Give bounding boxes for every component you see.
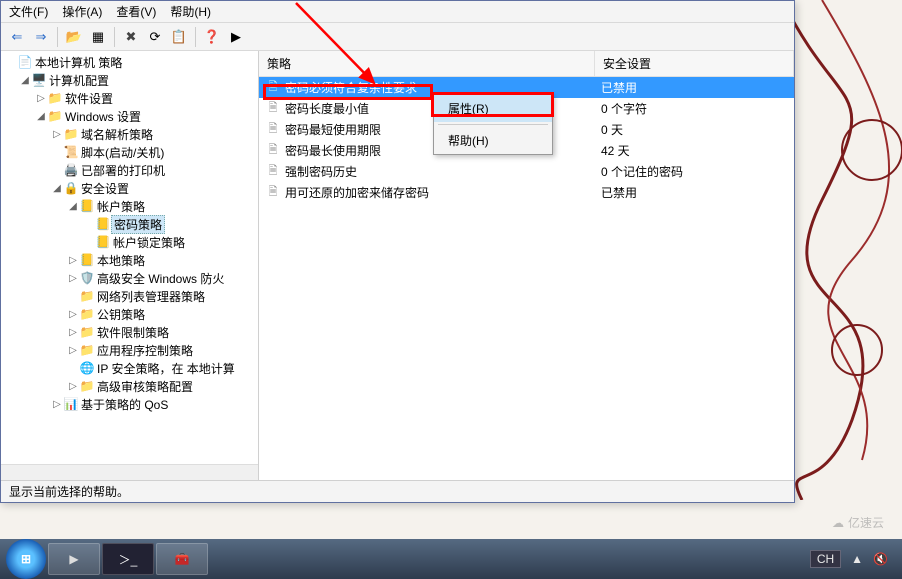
context-menu: 属性(R) 帮助(H) xyxy=(433,94,553,155)
tray-sound-icon[interactable]: 🔇 xyxy=(873,552,888,566)
policy-name: 密码必须符合复杂性要求 xyxy=(285,79,417,96)
delete-button[interactable]: ✖ xyxy=(121,27,141,47)
menu-file[interactable]: 文件(F) xyxy=(9,3,48,20)
refresh-button[interactable]: ⟳ xyxy=(145,27,165,47)
tray-flag-icon[interactable]: ▲ xyxy=(851,552,863,566)
tree-account-policy[interactable]: ◢📒帐户策略 xyxy=(1,197,258,215)
tree-ipsec[interactable]: 🌐IP 安全策略，在 本地计算 xyxy=(1,359,258,377)
menu-view[interactable]: 查看(V) xyxy=(116,3,156,20)
col-setting[interactable]: 安全设置 xyxy=(595,51,794,76)
lang-indicator[interactable]: CH xyxy=(810,550,841,568)
tree-computer-config[interactable]: ◢🖥️计算机配置 xyxy=(1,71,258,89)
watermark-logo: ☁ 亿速云 xyxy=(832,514,884,531)
tree-app-control[interactable]: ▷📁应用程序控制策略 xyxy=(1,341,258,359)
tree-public-key[interactable]: ▷📁公钥策略 xyxy=(1,305,258,323)
policy-name: 密码最短使用期限 xyxy=(285,121,381,138)
tree-windows[interactable]: ◢📁Windows 设置 xyxy=(1,107,258,125)
list-header: 策略 安全设置 xyxy=(259,51,794,77)
start-button[interactable]: ⊞ xyxy=(6,539,46,579)
taskbar[interactable]: ⊞ ▶ ＞_ 🧰 CH ▲ 🔇 xyxy=(0,539,902,579)
context-properties[interactable]: 属性(R) xyxy=(434,95,552,122)
policy-icon: 🗎 xyxy=(265,80,281,96)
tree-printers[interactable]: 🖨️已部署的打印机 xyxy=(1,161,258,179)
policy-icon: 🗎 xyxy=(265,101,281,117)
tree-security[interactable]: ◢🔒安全设置 xyxy=(1,179,258,197)
tree-password-policy[interactable]: 📒密码策略 xyxy=(1,215,258,233)
policy-value: 0 个字符 xyxy=(595,100,794,117)
separator xyxy=(195,27,196,47)
watermark-text: 亿速云 xyxy=(848,514,884,531)
tree-scripts[interactable]: 📜脚本(启动/关机) xyxy=(1,143,258,161)
separator xyxy=(114,27,115,47)
up-button[interactable]: 📂 xyxy=(64,27,84,47)
tree-lockout-policy[interactable]: 📒帐户锁定策略 xyxy=(1,233,258,251)
policy-value: 42 天 xyxy=(595,142,794,159)
tree-dns[interactable]: ▷📁域名解析策略 xyxy=(1,125,258,143)
menu-separator xyxy=(438,124,548,125)
tree-pane[interactable]: 📄本地计算机 策略 ◢🖥️计算机配置 ▷📁软件设置 ◢📁Windows 设置 ▷… xyxy=(1,51,259,480)
menu-help[interactable]: 帮助(H) xyxy=(170,3,211,20)
policy-name: 密码最长使用期限 xyxy=(285,142,381,159)
forward-button[interactable]: ⇒ xyxy=(31,27,51,47)
tree-network-list[interactable]: 📁网络列表管理器策略 xyxy=(1,287,258,305)
cloud-icon: ☁ xyxy=(832,516,844,530)
play-button[interactable]: ▶ xyxy=(226,27,246,47)
taskbar-item[interactable]: ▶ xyxy=(48,543,100,575)
taskbar-item[interactable]: 🧰 xyxy=(156,543,208,575)
policy-value: 已禁用 xyxy=(595,79,794,96)
tree-software-restrict[interactable]: ▷📁软件限制策略 xyxy=(1,323,258,341)
back-button[interactable]: ⇐ xyxy=(7,27,27,47)
statusbar: 显示当前选择的帮助。 xyxy=(1,480,794,502)
policy-icon: 🗎 xyxy=(265,122,281,138)
policy-name: 密码长度最小值 xyxy=(285,100,369,117)
policy-row[interactable]: 🗎用可还原的加密来储存密码 已禁用 xyxy=(259,182,794,203)
policy-value: 已禁用 xyxy=(595,184,794,201)
policy-name: 强制密码历史 xyxy=(285,163,357,180)
tree-root[interactable]: 📄本地计算机 策略 xyxy=(1,53,258,71)
context-help[interactable]: 帮助(H) xyxy=(434,127,552,154)
mmc-window: 文件(F) 操作(A) 查看(V) 帮助(H) ⇐ ⇒ 📂 ▦ ✖ ⟳ 📋 ❓ … xyxy=(0,0,795,503)
system-tray[interactable]: CH ▲ 🔇 xyxy=(810,550,896,568)
policy-icon: 🗎 xyxy=(265,185,281,201)
tree-software[interactable]: ▷📁软件设置 xyxy=(1,89,258,107)
tree-audit[interactable]: ▷📁高级审核策略配置 xyxy=(1,377,258,395)
horizontal-scrollbar[interactable] xyxy=(1,464,258,480)
menu-action[interactable]: 操作(A) xyxy=(62,3,102,20)
tree-firewall[interactable]: ▷🛡️高级安全 Windows 防火 xyxy=(1,269,258,287)
policy-icon: 🗎 xyxy=(265,143,281,159)
col-policy[interactable]: 策略 xyxy=(259,51,595,76)
policy-icon: 🗎 xyxy=(265,164,281,180)
policy-row[interactable]: 🗎强制密码历史 0 个记住的密码 xyxy=(259,161,794,182)
status-text: 显示当前选择的帮助。 xyxy=(9,483,129,500)
taskbar-item[interactable]: ＞_ xyxy=(102,543,154,575)
show-tree-button[interactable]: ▦ xyxy=(88,27,108,47)
export-button[interactable]: 📋 xyxy=(169,27,189,47)
tree-local-policy[interactable]: ▷📒本地策略 xyxy=(1,251,258,269)
toolbar: ⇐ ⇒ 📂 ▦ ✖ ⟳ 📋 ❓ ▶ xyxy=(1,23,794,51)
separator xyxy=(57,27,58,47)
tree-qos[interactable]: ▷📊基于策略的 QoS xyxy=(1,395,258,413)
policy-name: 用可还原的加密来储存密码 xyxy=(285,184,429,201)
help-button[interactable]: ❓ xyxy=(202,27,222,47)
policy-value: 0 个记住的密码 xyxy=(595,163,794,180)
policy-value: 0 天 xyxy=(595,121,794,138)
menubar: 文件(F) 操作(A) 查看(V) 帮助(H) xyxy=(1,1,794,23)
